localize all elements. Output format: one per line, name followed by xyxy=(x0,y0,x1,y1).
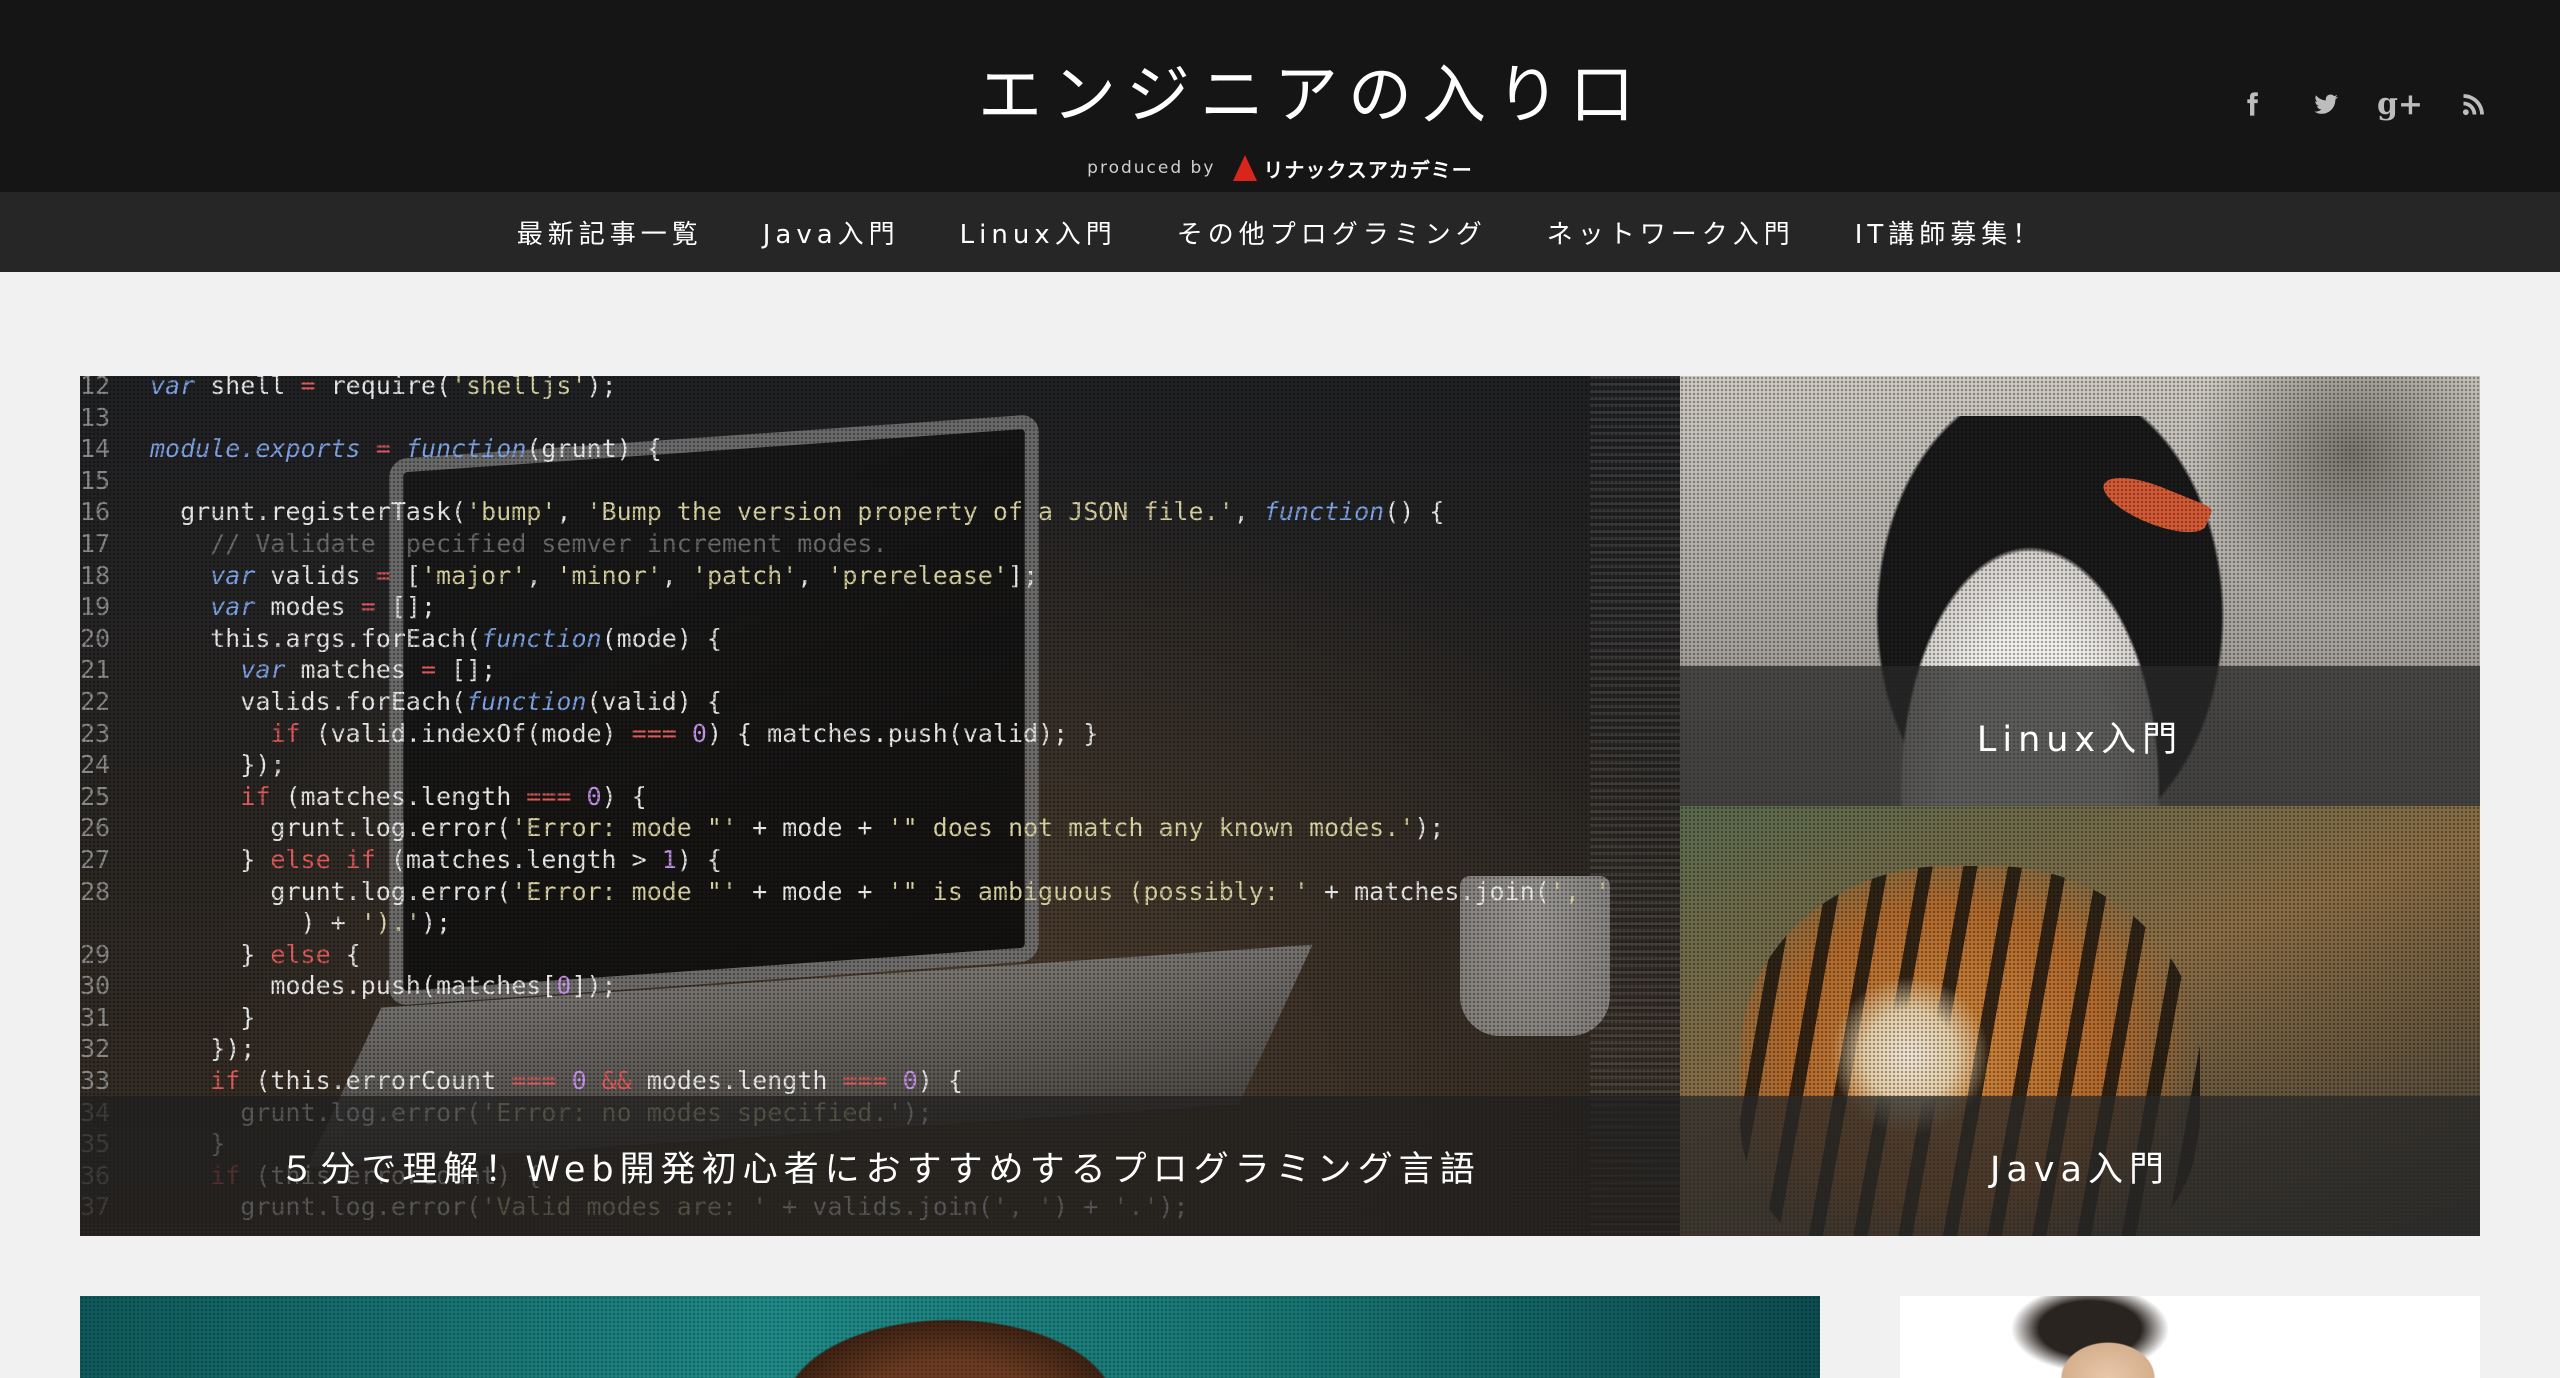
java-category-title[interactable]: Java入門 xyxy=(1680,1141,2480,1192)
facebook-link[interactable] xyxy=(2236,88,2268,120)
site-logo[interactable]: エンジニアの入り口 produced by リナックスアカデミー xyxy=(978,60,1634,182)
rss-icon xyxy=(2462,94,2484,116)
nav-latest-articles[interactable]: 最新記事一覧 xyxy=(517,214,703,251)
brand-logo: リナックスアカデミー xyxy=(1233,154,1472,183)
linux-category-title[interactable]: Linux入門 xyxy=(1680,711,2480,762)
facebook-icon xyxy=(2247,92,2258,116)
logo-title[interactable]: エンジニアの入り口 xyxy=(978,60,1634,132)
brand-name: リナックスアカデミー xyxy=(1263,157,1473,182)
article-card-thumbnail[interactable] xyxy=(80,1296,1820,1378)
featured-main-article[interactable]: 12 var shell = require('shelljs'); 13 14 m… xyxy=(80,376,1680,1236)
nav-network-intro[interactable]: ネットワーク入門 xyxy=(1547,214,1795,251)
sidebar-profile-card xyxy=(1900,1296,2480,1378)
google-plus-link[interactable]: g+ xyxy=(2377,87,2423,122)
social-links: g+ xyxy=(2236,87,2490,122)
main-nav: 最新記事一覧 Java入門 Linux入門 その他プログラミング ネットワーク入… xyxy=(0,192,2560,272)
produced-by-text: produced by xyxy=(1087,158,1216,178)
google-plus-icon: g+ xyxy=(2376,86,2424,122)
profile-photo[interactable] xyxy=(2000,1296,2180,1378)
featured-java-category[interactable]: Java入門 xyxy=(1680,806,2480,1236)
site-header: エンジニアの入り口 produced by リナックスアカデミー g+ xyxy=(0,0,2560,192)
nav-other-programming[interactable]: その他プログラミング xyxy=(1177,214,1487,251)
nav-java-intro[interactable]: Java入門 xyxy=(763,214,900,251)
brand-mark-icon xyxy=(1233,155,1258,181)
featured-main-title[interactable]: ５分で理解！Web開発初心者におすすめするプログラミング言語 xyxy=(80,1141,1680,1192)
nav-it-instructor-recruit[interactable]: IT講師募集！ xyxy=(1855,214,2044,251)
sea-turtle-image xyxy=(740,1296,1160,1378)
featured-linux-category[interactable]: Linux入門 xyxy=(1680,376,2480,806)
nav-linux-intro[interactable]: Linux入門 xyxy=(960,214,1117,251)
twitter-icon xyxy=(2314,94,2338,114)
logo-subtitle: produced by リナックスアカデミー xyxy=(978,152,1582,184)
rss-link[interactable] xyxy=(2458,88,2490,120)
twitter-link[interactable] xyxy=(2310,88,2342,120)
